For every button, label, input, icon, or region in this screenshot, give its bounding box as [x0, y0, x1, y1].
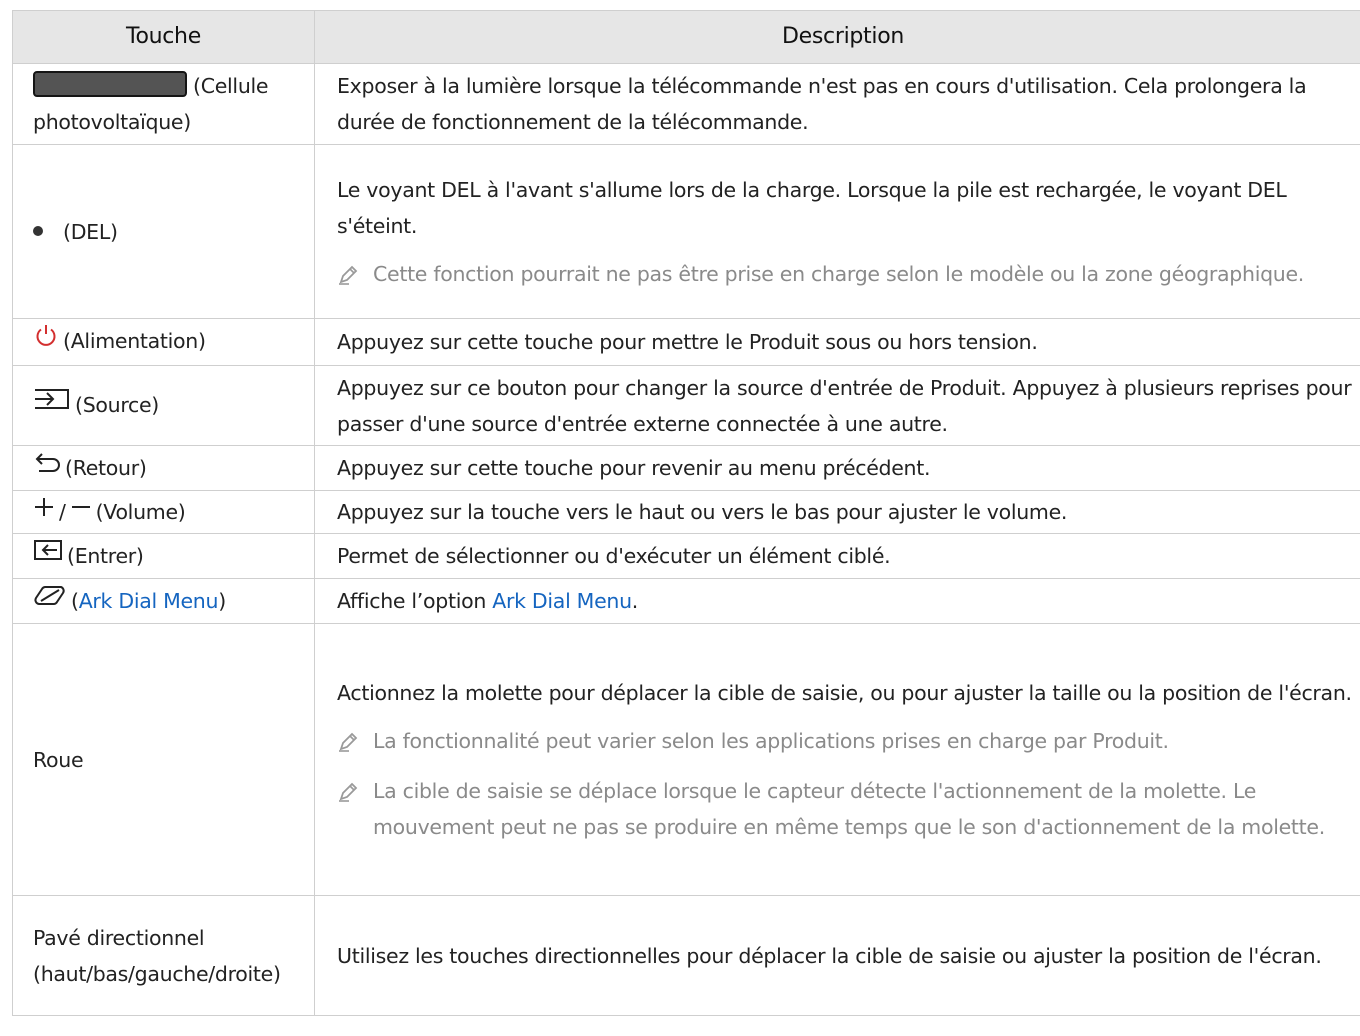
key-cell: (Retour): [12, 445, 315, 491]
desc-cell: Appuyez sur cette touche pour revenir au…: [314, 445, 1360, 491]
desc-text: Le voyant DEL à l'avant s'allume lors de…: [337, 177, 1287, 238]
desc-cell: Actionnez la molette pour déplacer la ci…: [314, 623, 1360, 896]
key-label: (Alimentation): [63, 329, 206, 354]
key-cell: (DEL): [12, 144, 315, 319]
desc-post: .: [631, 589, 639, 613]
table-row: / (Volume) Appuyez sur la touche vers le…: [12, 490, 1360, 534]
volume-separator: /: [59, 499, 66, 524]
desc-cell: Appuyez sur cette touche pour mettre le …: [314, 318, 1360, 366]
key-label: Pavé directionnel (haut/bas/gauche/droit…: [33, 925, 281, 986]
desc-text: Utilisez les touches directionnelles pou…: [337, 943, 1322, 968]
desc-cell: Utilisez les touches directionnelles pou…: [314, 895, 1360, 1016]
table-row: (Alimentation) Appuyez sur cette touche …: [12, 318, 1360, 366]
key-label: (Source): [75, 393, 160, 417]
header-key: Touche: [12, 10, 315, 64]
ark-dial-menu-desc-link[interactable]: Ark Dial Menu: [492, 589, 632, 613]
key-cell: Pavé directionnel (haut/bas/gauche/droit…: [12, 895, 315, 1016]
note-text: La fonctionnalité peut varier selon les …: [373, 728, 1169, 753]
ark-dial-icon: [33, 582, 67, 618]
dot-icon: [33, 225, 43, 236]
power-icon: [33, 322, 59, 359]
key-label: (Entrer): [67, 543, 144, 568]
desc-cell: Appuyez sur la touche vers le haut ou ve…: [314, 490, 1360, 534]
pencil-note-icon: [337, 723, 373, 753]
desc-cell: Le voyant DEL à l'avant s'allume lors de…: [314, 144, 1360, 319]
pencil-note-icon: [337, 256, 373, 286]
desc-text: Actionnez la molette pour déplacer la ci…: [337, 680, 1352, 705]
desc-cell: Affiche l’option Ark Dial Menu.: [314, 578, 1360, 624]
note: La cible de saisie se déplace lorsque le…: [337, 773, 1360, 845]
key-paren-open: (: [71, 588, 79, 613]
desc-text: Affiche l’option Ark Dial Menu.: [337, 583, 1360, 619]
return-icon: [33, 449, 61, 485]
table-row: (DEL) Le voyant DEL à l'avant s'allume l…: [12, 144, 1360, 319]
table-row: (Entrer) Permet de sélectionner ou d'exé…: [12, 533, 1360, 579]
desc-text: Appuyez sur la touche vers le haut ou ve…: [337, 500, 1068, 524]
desc-text: Appuyez sur cette touche pour revenir au…: [337, 456, 931, 480]
table-row: Pavé directionnel (haut/bas/gauche/droit…: [12, 895, 1360, 1016]
note-text: La cible de saisie se déplace lorsque le…: [373, 778, 1325, 839]
key-cell: / (Volume): [12, 490, 315, 534]
note-text: Cette fonction pourrait ne pas être pris…: [373, 261, 1305, 286]
ark-dial-menu-link[interactable]: Ark Dial Menu: [79, 589, 219, 613]
desc-text: Appuyez sur cette touche pour mettre le …: [337, 330, 1038, 354]
table-row: (Ark Dial Menu) Affiche l’option Ark Dia…: [12, 578, 1360, 624]
table-row: Roue Actionnez la molette pour déplacer …: [12, 623, 1360, 896]
key-cell: (Ark Dial Menu): [12, 578, 315, 624]
remote-keys-table: Touche Description (Cellule photovoltaïq…: [12, 10, 1360, 1016]
header-description: Description: [314, 10, 1360, 64]
key-cell: (Alimentation): [12, 318, 315, 366]
table-header-row: Touche Description: [12, 10, 1360, 64]
key-label: (Volume): [95, 499, 186, 524]
key-label: (Retour): [65, 455, 147, 480]
table-row: (Source) Appuyez sur ce bouton pour chan…: [12, 365, 1360, 446]
note: La fonctionnalité peut varier selon les …: [337, 723, 1360, 759]
key-cell: (Entrer): [12, 533, 315, 579]
table-row: (Cellule photovoltaïque) Exposer à la lu…: [12, 63, 1360, 145]
desc-text: Appuyez sur ce bouton pour changer la so…: [337, 375, 1352, 436]
key-cell: (Source): [12, 365, 315, 446]
desc-text: Exposer à la lumière lorsque la télécomm…: [337, 74, 1307, 134]
key-label: (DEL): [63, 219, 118, 244]
plus-icon: [33, 493, 55, 529]
solar-cell-icon: [33, 71, 187, 97]
desc-pre: Affiche l’option: [337, 589, 493, 613]
pencil-note-icon: [337, 773, 373, 803]
key-cell: (Cellule photovoltaïque): [12, 63, 315, 145]
desc-cell: Exposer à la lumière lorsque la télécomm…: [314, 63, 1360, 145]
desc-text: Permet de sélectionner ou d'exécuter un …: [337, 544, 891, 568]
key-paren-close: ): [218, 588, 226, 613]
note: Cette fonction pourrait ne pas être pris…: [337, 256, 1360, 292]
key-label: Roue: [33, 747, 84, 772]
desc-cell: Appuyez sur ce bouton pour changer la so…: [314, 365, 1360, 446]
minus-icon: [70, 493, 92, 529]
key-cell: Roue: [12, 623, 315, 896]
table-row: (Retour) Appuyez sur cette touche pour r…: [12, 445, 1360, 491]
source-icon: [33, 386, 71, 422]
enter-icon: [33, 537, 63, 573]
desc-cell: Permet de sélectionner ou d'exécuter un …: [314, 533, 1360, 579]
